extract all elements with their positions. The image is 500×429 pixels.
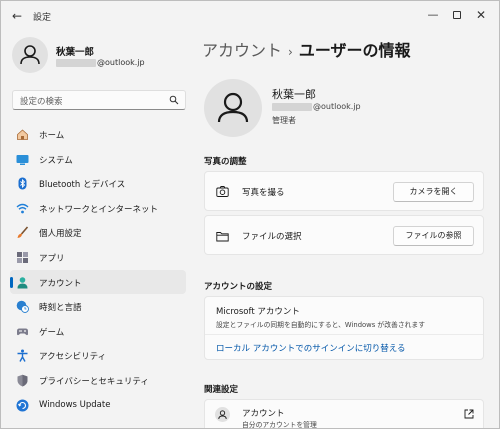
person-glyph-icon [218,410,227,420]
redacted-email-user [56,58,96,67]
sidebar-item-network[interactable]: ネットワークとインターネット [10,196,186,221]
maximize-button[interactable] [445,4,469,26]
sidebar-item-label: ゲーム [39,327,65,338]
update-icon [16,399,29,412]
user-name: 秋葉一郎 [272,88,316,101]
chevron-right-icon: › [288,45,293,59]
sidebar-item-gaming[interactable]: ゲーム [10,319,186,344]
microsoft-account-card: Microsoft アカウント 設定とファイルの同期を自動的にすると、Windo… [204,296,484,360]
folder-icon [216,232,229,242]
external-link-icon [464,409,474,419]
wifi-icon [16,203,29,214]
browse-files-button[interactable]: ファイルの参照 [393,226,474,246]
close-button[interactable]: ✕ [469,4,493,26]
accessibility-icon [17,349,28,363]
choose-file-label: ファイルの選択 [242,232,302,242]
user-avatar [204,79,262,137]
sidebar-nav: ホーム システム Bluetooth とデバイス ネットワークとインターネット [10,122,186,417]
take-photo-card: 写真を撮る カメラを開く [204,171,484,211]
search-icon [169,95,179,105]
title-bar: ← 設定 — ✕ [1,1,499,31]
choose-file-card: ファイルの選択 ファイルの参照 [204,215,484,255]
open-camera-button[interactable]: カメラを開く [393,182,474,202]
user-email: @outlook.jp [272,102,361,111]
person-icon [17,276,28,289]
redacted-email-user [272,102,312,111]
gamepad-icon [17,328,28,335]
sidebar-item-label: アカウント [39,278,82,289]
section-title-account-settings: アカウントの設定 [204,282,273,292]
settings-window: ← 設定 — ✕ 秋葉一郎 @outlook.jp 設定の検索 ホーム システム… [0,0,500,429]
back-arrow-icon[interactable]: ← [9,8,25,24]
sidebar-item-label: システム [39,155,73,166]
search-input[interactable]: 設定の検索 [12,90,186,110]
user-role: 管理者 [272,116,296,125]
sidebar-item-apps[interactable]: アプリ [10,245,186,270]
microsoft-account-title: Microsoft アカウント [216,307,300,317]
person-icon [215,407,230,422]
sidebar-item-bluetooth[interactable]: Bluetooth とデバイス [10,171,186,196]
person-icon [20,45,40,65]
sidebar-item-label: アプリ [39,253,65,264]
person-icon [217,92,249,123]
monitor-icon [16,154,29,165]
sidebar-item-windows-update[interactable]: Windows Update [10,393,186,418]
shield-icon [17,374,28,387]
sidebar-item-label: プライバシーとセキュリティ [39,376,149,387]
related-accounts-card[interactable]: アカウント 自分のアカウントを管理 [204,399,484,429]
sidebar-item-time-language[interactable]: 時刻と言語 [10,294,186,319]
section-title-related: 関連設定 [204,385,239,395]
maximize-icon [453,11,461,19]
search-placeholder: 設定の検索 [20,97,63,107]
breadcrumb-parent[interactable]: アカウント [202,41,282,60]
related-accounts-title: アカウント [242,409,285,419]
switch-to-local-account-link[interactable]: ローカル アカウントでのサインインに切り替える [216,342,405,354]
breadcrumb: アカウント › ユーザーの情報 [202,37,411,61]
microsoft-account-description: 設定とファイルの同期を自動的にすると、Windows が改善されます [216,321,426,329]
camera-icon [216,186,229,197]
sidebar-item-home[interactable]: ホーム [10,122,186,147]
page-title: ユーザーの情報 [298,41,411,60]
sidebar-item-accessibility[interactable]: アクセシビリティ [10,343,186,368]
sidebar-item-label: Bluetooth とデバイス [39,180,126,191]
bluetooth-icon [18,177,27,190]
minimize-button[interactable]: — [421,4,445,26]
profile-email: @outlook.jp [56,58,145,67]
apps-icon [17,251,28,263]
sidebar-item-label: ネットワークとインターネット [39,204,159,215]
divider [205,334,483,335]
related-accounts-subtitle: 自分のアカウントを管理 [242,421,317,429]
sidebar-item-label: 個人用設定 [39,229,82,240]
sidebar-item-system[interactable]: システム [10,147,186,172]
sidebar-item-label: 時刻と言語 [39,303,82,314]
app-title: 設定 [33,13,52,23]
sidebar-item-label: Windows Update [39,399,111,410]
sidebar-item-privacy[interactable]: プライバシーとセキュリティ [10,368,186,393]
sidebar-item-accounts[interactable]: アカウント [10,269,186,295]
profile-name: 秋葉一郎 [56,47,95,58]
take-photo-label: 写真を撮る [242,188,285,198]
globe-clock-icon [16,300,29,314]
sidebar-item-personalization[interactable]: 個人用設定 [10,220,186,245]
brush-icon [17,226,29,239]
avatar [12,37,48,73]
sidebar-item-label: アクセシビリティ [39,352,107,363]
home-icon [17,129,28,140]
sidebar-item-label: ホーム [39,131,65,141]
section-title-photo: 写真の調整 [204,157,247,167]
